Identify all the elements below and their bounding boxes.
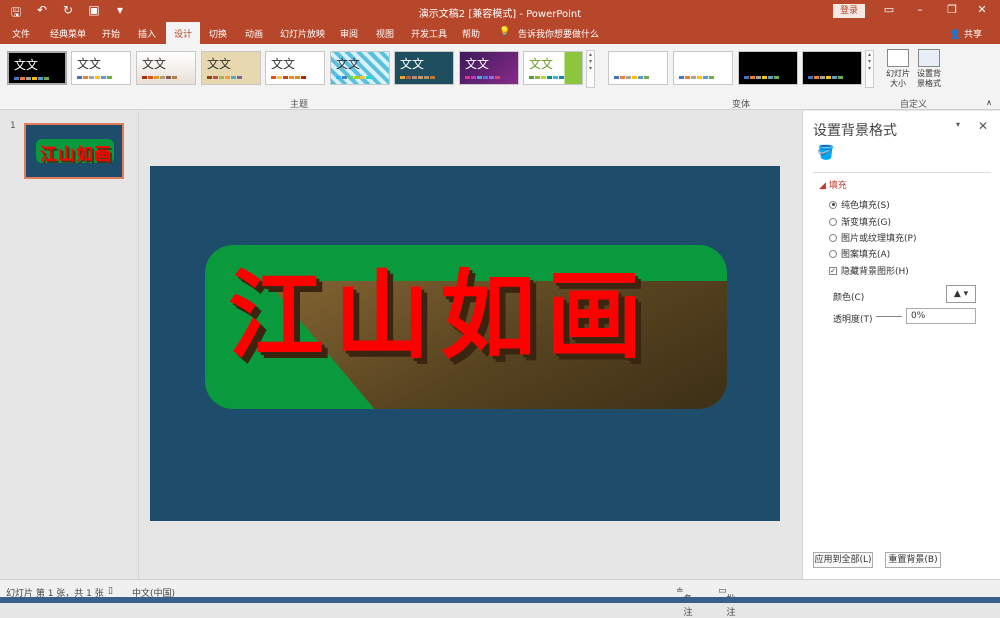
transparency-label: 透明度(T) [833, 315, 873, 325]
tab-review[interactable]: 审阅 [340, 27, 358, 40]
spell-check-icon[interactable]: ▯ [108, 586, 113, 596]
tab-animations[interactable]: 动画 [245, 27, 263, 40]
slide-size-button[interactable]: 幻灯片大小 [883, 49, 913, 89]
tab-slideshow[interactable]: 幻灯片放映 [280, 27, 325, 40]
tab-transitions[interactable]: 切换 [209, 27, 227, 40]
variant-thumb-4[interactable] [802, 51, 862, 85]
os-taskbar [0, 597, 1000, 603]
format-background-icon [918, 49, 940, 67]
theme-thumb-5[interactable]: 文文 [265, 51, 325, 85]
pattern-fill-option[interactable]: 图案填充(A) [829, 247, 890, 260]
color-label: 颜色(C) [833, 293, 865, 303]
comments-button[interactable]: ▭ 批注 [718, 586, 736, 618]
tab-help[interactable]: 帮助 [462, 27, 480, 40]
pane-title: 设置背景格式 [813, 123, 897, 139]
close-icon[interactable]: ✕ [972, 3, 992, 16]
variant-thumb-2[interactable] [673, 51, 733, 85]
picture-fill-radio[interactable] [829, 233, 837, 242]
themes-scroll-icon[interactable]: ▴ ▾ ▾ [586, 50, 595, 88]
pattern-fill-radio[interactable] [829, 249, 837, 258]
slide-thumbnail[interactable]: 江山如画 [24, 123, 124, 179]
slide-size-icon [887, 49, 909, 67]
tab-file[interactable]: 文件 [12, 27, 30, 40]
hide-bg-graphics-option[interactable]: ✓ 隐藏背景图形(H) [829, 264, 909, 277]
customize-group-label: 自定义 [900, 100, 928, 110]
title-bar: 🖫 ↶ ↻ ▣ ▾ 演示文稿2 [兼容模式] - PowerPoint 登录 ▭… [0, 0, 1000, 22]
tell-me-search[interactable]: 告诉我你想要做什么 [518, 27, 599, 40]
tab-view[interactable]: 视图 [376, 27, 394, 40]
slide-thumbnail-pane: 1 江山如画 [0, 111, 139, 579]
theme-thumb-6[interactable]: 文文 [330, 51, 390, 85]
login-button[interactable]: 登录 [833, 4, 865, 18]
reset-background-button[interactable]: 重置背景(B) [885, 552, 941, 568]
hide-bg-graphics-checkbox[interactable]: ✓ [829, 266, 837, 275]
theme-thumb-9[interactable]: 文文 [523, 51, 583, 85]
gradient-fill-option[interactable]: 渐变填充(G) [829, 215, 891, 228]
picture-fill-option[interactable]: 图片或纹理填充(P) [829, 231, 916, 244]
fill-section-header[interactable]: ◢ 填充 [819, 178, 847, 191]
solid-fill-option[interactable]: 纯色填充(S) [829, 198, 890, 211]
user-icon: 👤 [949, 30, 962, 40]
color-picker-button[interactable]: ▲ ▾ [946, 285, 976, 303]
transparency-input[interactable]: 0% [906, 308, 976, 324]
minimize-icon[interactable]: – [910, 3, 930, 16]
variant-thumb-3[interactable] [738, 51, 798, 85]
design-ribbon: 文文 文文 文文 文文 文文 文文 文文 文文 文文 ▴ ▾ ▾ 主题 ▴ ▾ … [0, 44, 1000, 110]
theme-thumb-4[interactable]: 文文 [201, 51, 261, 85]
theme-thumb-2[interactable]: 文文 [71, 51, 131, 85]
ribbon-display-icon[interactable]: ▭ [879, 3, 899, 16]
thumb-text: 江山如画 [40, 145, 112, 165]
themes-group-label: 主题 [290, 100, 309, 110]
fill-bucket-icon[interactable]: 🪣 [817, 145, 834, 161]
variants-scroll-icon[interactable]: ▴ ▾ ▾ [865, 50, 874, 88]
theme-thumb-7[interactable]: 文文 [394, 51, 454, 85]
theme-thumb-8[interactable]: 文文 [459, 51, 519, 85]
format-background-button[interactable]: 设置背景格式 [914, 49, 944, 89]
tab-developer[interactable]: 开发工具 [411, 27, 447, 40]
slide-number: 1 [10, 121, 16, 131]
gradient-fill-radio[interactable] [829, 217, 837, 226]
tab-home[interactable]: 开始 [102, 27, 120, 40]
paint-bucket-icon: ▲ [953, 289, 961, 299]
divider [813, 172, 991, 173]
tab-design[interactable]: 设计 [166, 22, 201, 44]
slide-canvas[interactable]: 江山如画 [150, 166, 780, 521]
lightbulb-icon: 💡 [499, 27, 511, 37]
format-background-pane: 设置背景格式 ▾ ✕ 🪣 ◢ 填充 纯色填充(S) 渐变填充(G) 图片或纹理填… [802, 111, 1000, 579]
theme-thumb-1[interactable]: 文文 [7, 51, 67, 85]
tab-classic-menu[interactable]: 经典菜单 [50, 27, 86, 40]
variant-thumb-1[interactable] [608, 51, 668, 85]
pane-close-icon[interactable]: ✕ [978, 119, 988, 133]
transparency-slider[interactable] [876, 316, 902, 317]
collapse-ribbon-icon[interactable]: ∧ [986, 98, 992, 107]
slide-title-text[interactable]: 江山如画 [228, 261, 652, 371]
maximize-icon[interactable]: ❐ [942, 3, 962, 16]
pane-options-icon[interactable]: ▾ [956, 120, 960, 129]
apply-to-all-button[interactable]: 应用到全部(L) [813, 552, 873, 568]
tab-insert[interactable]: 插入 [138, 27, 156, 40]
share-button[interactable]: 👤 共享 [950, 27, 982, 40]
variants-group-label: 变体 [732, 100, 751, 110]
solid-fill-radio[interactable] [829, 200, 837, 209]
theme-thumb-3[interactable]: 文文 [136, 51, 196, 85]
notes-button[interactable]: ≐ 备注 [676, 586, 693, 618]
ribbon-tabs: 文件 经典菜单 开始 插入 设计 切换 动画 幻灯片放映 审阅 视图 开发工具 … [0, 22, 1000, 44]
